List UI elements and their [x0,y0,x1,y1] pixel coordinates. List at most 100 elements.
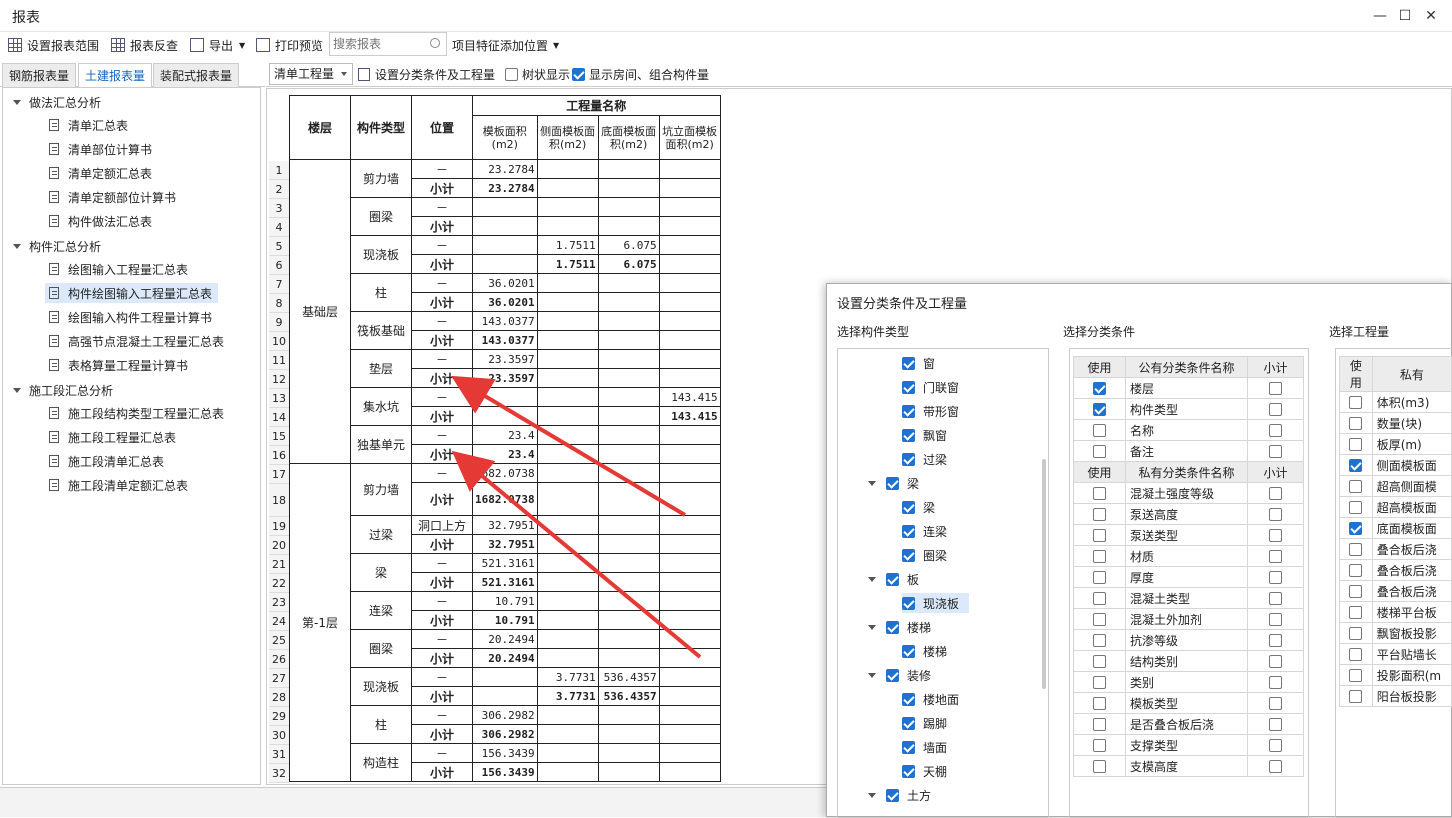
checkbox[interactable] [1269,655,1282,668]
condition-row[interactable]: 名称 [1073,419,1304,441]
type-leaf-node[interactable]: 现浇板 [902,593,970,613]
checkbox[interactable] [1269,739,1282,752]
checkbox[interactable] [1269,445,1282,458]
quantity-row[interactable]: 叠合板后浇 [1339,559,1452,581]
tree-item[interactable]: 施工段清单汇总表 [45,451,170,471]
type-leaf-node[interactable]: 连梁 [902,521,947,541]
checkbox[interactable] [1349,459,1363,472]
chevron-down-icon[interactable] [868,480,876,486]
checkbox[interactable] [1093,718,1106,731]
checkbox[interactable] [886,788,899,802]
checkbox[interactable] [1269,508,1282,521]
tree-item[interactable]: 高强节点混凝土工程量汇总表 [45,331,230,351]
checkbox[interactable] [1269,403,1282,416]
checkbox[interactable] [1269,760,1282,773]
checkbox[interactable] [1269,571,1282,584]
checkbox[interactable] [1093,403,1106,416]
chevron-down-icon[interactable] [868,576,876,582]
tree-item[interactable]: 施工段工程量汇总表 [45,427,182,447]
checkbox[interactable] [902,356,915,370]
checkbox[interactable] [1093,529,1106,542]
tab-civil[interactable]: 土建报表量 [78,63,153,88]
type-leaf-node[interactable]: 楼梯 [902,641,947,661]
type-group-node[interactable]: 装修 [868,665,931,685]
chevron-down-icon[interactable] [868,672,876,678]
quantity-row[interactable]: 底面模板面 [1339,517,1452,539]
tree-group-component[interactable]: 构件汇总分析 [13,238,101,255]
tree-item-selected[interactable]: 构件绘图输入工程量汇总表 [45,283,219,303]
export-button[interactable]: 导出 ▼ [190,36,245,54]
type-leaf-node[interactable]: 楼地面 [902,689,959,709]
checkbox[interactable] [1349,396,1363,409]
quantity-row[interactable]: 楼梯平台板 [1339,601,1452,623]
checkbox[interactable] [902,404,915,418]
quantity-row[interactable]: 超高模板面 [1339,496,1452,518]
checkbox[interactable] [902,596,915,610]
checkbox[interactable] [1269,676,1282,689]
condition-row[interactable]: 混凝土类型 [1073,587,1304,609]
condition-row[interactable]: 混凝土外加剂 [1073,608,1304,630]
checkbox[interactable] [1093,550,1106,563]
search-icon[interactable] [430,38,440,48]
checkbox[interactable] [1269,697,1282,710]
checkbox[interactable] [1093,676,1106,689]
show-room-checkbox[interactable]: 显示房间、组合构件量 [572,66,709,83]
type-leaf-node[interactable]: 梁 [902,497,935,517]
quantity-row[interactable]: 侧面模板面 [1339,454,1452,476]
checkbox[interactable] [902,716,915,730]
checkbox[interactable] [1269,424,1282,437]
quantity-row[interactable]: 数量(块) [1339,412,1452,434]
condition-row[interactable]: 厚度 [1073,566,1304,588]
tree-group-method[interactable]: 做法汇总分析 [13,94,101,111]
quantity-row[interactable]: 飘窗板投影 [1339,622,1452,644]
checkbox[interactable] [1349,585,1363,598]
tree-item[interactable]: 构件做法汇总表 [45,211,158,231]
checkbox[interactable] [1093,655,1106,668]
tree-item[interactable]: 施工段清单定额汇总表 [45,475,194,495]
tree-item[interactable]: 绘图输入构件工程量计算书 [45,307,218,327]
tree-item[interactable]: 清单汇总表 [45,115,134,135]
checkbox[interactable] [1269,487,1282,500]
condition-row[interactable]: 类别 [1073,671,1304,693]
checkbox[interactable] [1269,718,1282,731]
condition-row[interactable]: 模板类型 [1073,692,1304,714]
checkbox[interactable] [886,572,899,586]
quantity-row[interactable]: 板厚(m) [1339,433,1452,455]
quantity-row[interactable]: 投影面积(m [1339,664,1452,686]
minimize-icon[interactable]: — [1370,6,1390,26]
quantity-row[interactable]: 超高侧面模 [1339,475,1452,497]
checkbox[interactable] [1269,550,1282,563]
quantity-type-dropdown[interactable]: 清单工程量 [269,63,353,85]
type-group-node[interactable]: 楼梯 [868,617,931,637]
checkbox[interactable] [1269,634,1282,647]
tree-item[interactable]: 表格算量工程量计算书 [45,355,194,375]
type-leaf-node[interactable]: 带形窗 [902,401,959,421]
checkbox[interactable] [572,68,585,81]
checkbox[interactable] [1093,508,1106,521]
checkbox[interactable] [886,620,899,634]
tree-item[interactable]: 清单部位计算书 [45,139,158,159]
type-group-node[interactable]: 板 [868,569,919,589]
checkbox[interactable] [505,68,518,81]
maximize-icon[interactable]: ☐ [1395,6,1415,26]
condition-row[interactable]: 泵送类型 [1073,524,1304,546]
quantity-row[interactable]: 平台贴墙长 [1339,643,1452,665]
checkbox[interactable] [1269,529,1282,542]
checkbox[interactable] [902,644,915,658]
scrollbar[interactable] [1042,459,1046,689]
checkbox[interactable] [1349,669,1363,682]
condition-row[interactable]: 结构类别 [1073,650,1304,672]
checkbox[interactable] [1349,480,1363,493]
chevron-down-icon[interactable] [13,244,21,249]
quantity-row[interactable]: 阳台板投影 [1339,685,1452,707]
checkbox[interactable] [902,500,915,514]
report-search[interactable] [329,32,447,56]
condition-row[interactable]: 楼层 [1073,377,1304,399]
close-icon[interactable]: ✕ [1421,6,1441,26]
checkbox[interactable] [902,692,915,706]
type-leaf-node[interactable]: 圈梁 [902,545,947,565]
type-leaf-node[interactable]: 墙面 [902,737,947,757]
checkbox[interactable] [886,668,899,682]
checkbox[interactable] [902,452,915,466]
tree-item[interactable]: 清单定额汇总表 [45,163,158,183]
